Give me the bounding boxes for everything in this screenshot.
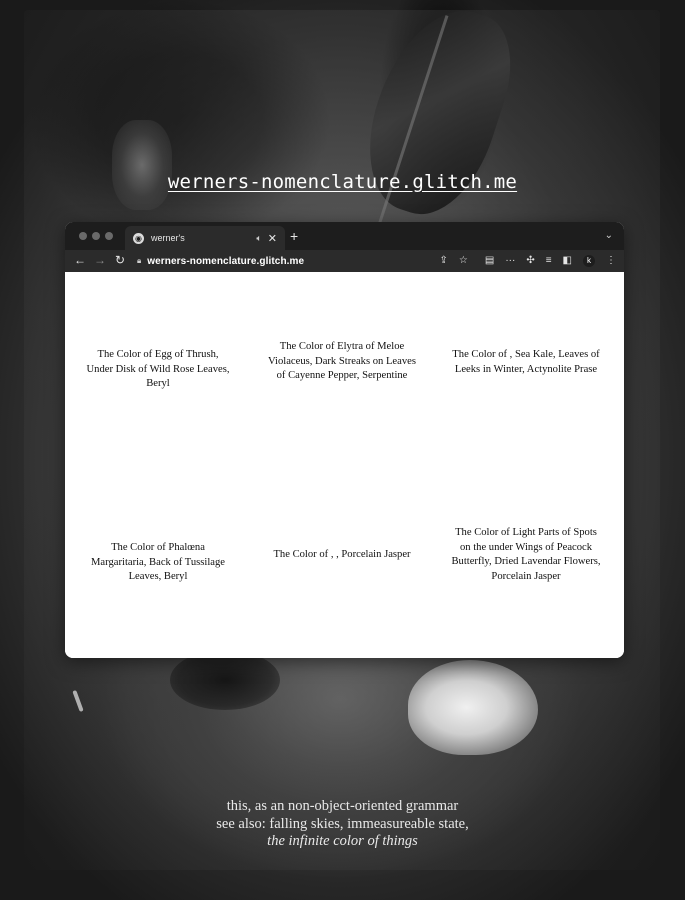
caption: this, as an non-object-oriented grammar … xyxy=(0,798,685,851)
playlist-icon[interactable]: ≡ xyxy=(546,253,552,269)
puzzle-icon[interactable]: ✣ xyxy=(526,253,534,269)
avatar[interactable]: k xyxy=(583,255,595,267)
browser-window: ◉ werner's 🔈︎ ✕ + ⌄ ← → ↻ 🔒︎ werners-nom… xyxy=(65,222,624,658)
lock-icon: 🔒︎ xyxy=(137,256,142,265)
forward-arrow-icon[interactable]: → xyxy=(94,253,106,267)
maximize-window-button[interactable] xyxy=(105,232,113,240)
dark-shape xyxy=(170,650,280,710)
close-window-button[interactable] xyxy=(79,232,87,240)
new-tab-button[interactable]: + xyxy=(290,228,298,244)
caption-line: this, as an non-object-oriented grammar xyxy=(226,798,459,814)
toolbar-actions: ⇪ ☆ ▤ ··· ✣ ≡ ◧ k ⋮ xyxy=(440,253,616,269)
browser-toolbar: ← → ↻ 🔒︎ werners-nomenclature.glitch.me … xyxy=(65,250,624,273)
minimize-window-button[interactable] xyxy=(92,232,100,240)
address-bar[interactable]: 🔒︎ werners-nomenclature.glitch.me xyxy=(137,252,437,270)
extension-dots-icon[interactable]: ··· xyxy=(505,253,515,269)
color-entry: The Color of Light Parts of Spots on the… xyxy=(451,527,601,582)
globe-icon: ◉ xyxy=(133,232,144,244)
sidebar-icon[interactable]: ◧ xyxy=(563,253,572,269)
site-link[interactable]: werners-nomenclature.glitch.me xyxy=(0,171,685,193)
speaker-icon[interactable]: 🔈︎ xyxy=(256,233,261,244)
caption-line-italic: the infinite color of things xyxy=(267,833,418,849)
kebab-menu-icon[interactable]: ⋮ xyxy=(606,253,616,269)
close-tab-icon[interactable]: ✕ xyxy=(268,232,277,245)
url-text: werners-nomenclature.glitch.me xyxy=(147,255,305,267)
color-entry: The Color of , , Porcelain Jasper xyxy=(273,549,411,560)
window-controls xyxy=(79,232,113,240)
back-arrow-icon[interactable]: ← xyxy=(74,253,86,267)
tab-title: werner's xyxy=(151,233,185,243)
reload-icon[interactable]: ↻ xyxy=(115,253,125,267)
color-entry: The Color of Egg of Thrush, Under Disk o… xyxy=(86,349,230,390)
color-entry: The Color of Elytra of Meloe Violaceus, … xyxy=(268,341,416,382)
chevron-down-icon[interactable]: ⌄ xyxy=(605,230,613,241)
tab-bar: ◉ werner's 🔈︎ ✕ + ⌄ xyxy=(65,222,624,250)
flower-shape xyxy=(112,120,172,210)
color-entry: The Color of Phalœna Margaritaria, Back … xyxy=(91,542,225,583)
page-content: The Color of Egg of Thrush, Under Disk o… xyxy=(65,272,624,658)
white-fluff-shape xyxy=(408,660,538,755)
color-entry: The Color of , Sea Kale, Leaves of Leeks… xyxy=(452,349,600,375)
caption-line: see also: falling skies, immeasureable s… xyxy=(216,815,469,832)
document-icon[interactable]: ▤ xyxy=(485,253,494,269)
tab-werners[interactable]: ◉ werner's 🔈︎ ✕ xyxy=(125,226,285,250)
share-icon[interactable]: ⇪ xyxy=(440,253,448,269)
star-icon[interactable]: ☆ xyxy=(459,253,468,269)
